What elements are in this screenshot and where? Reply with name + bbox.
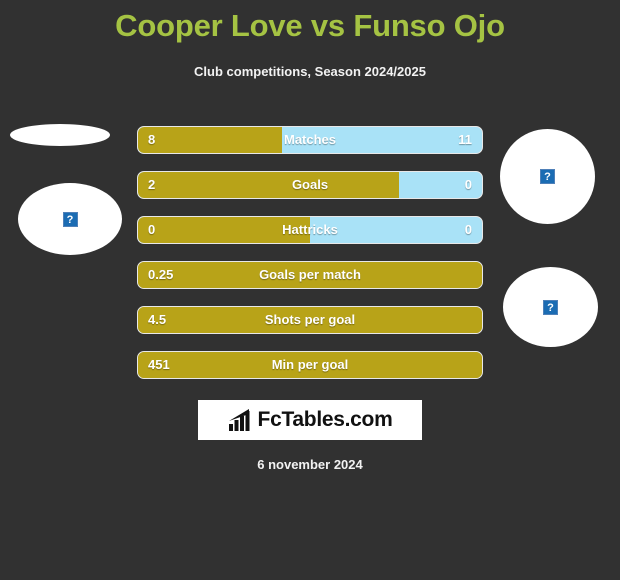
stat-row-goals: 2 Goals 0 — [137, 171, 483, 199]
avatar-away-secondary: ? — [503, 267, 598, 347]
generated-date: 6 november 2024 — [257, 457, 363, 472]
stat-label-shots-per-goal: Shots per goal — [264, 312, 356, 327]
stat-row-shots-per-goal: 4.5 Shots per goal — [137, 306, 483, 334]
stat-comparison-page: Cooper Love vs Funso Ojo Club competitio… — [0, 0, 620, 580]
avatar-home-primary: ? — [18, 183, 122, 255]
stat-away-value-goals: 0 — [464, 177, 472, 192]
page-title: Cooper Love vs Funso Ojo — [115, 8, 505, 43]
stat-label-hattricks: Hattricks — [282, 222, 338, 237]
bar-chart-icon — [228, 409, 250, 431]
avatar-away-primary: ? — [500, 129, 595, 224]
stat-row-goals-per-match: 0.25 Goals per match — [137, 261, 483, 289]
broken-image-icon: ? — [543, 299, 558, 315]
stat-away-value-matches: 11 — [458, 132, 472, 147]
stat-label-matches: Matches — [283, 132, 337, 147]
stat-label-goals: Goals — [291, 177, 329, 192]
stat-away-value-hattricks: 0 — [464, 222, 472, 237]
avatar-home-secondary — [10, 124, 110, 146]
page-subtitle: Club competitions, Season 2024/2025 — [194, 64, 426, 79]
stat-row-hattricks: 0 Hattricks 0 — [137, 216, 483, 244]
broken-image-icon: ? — [540, 169, 555, 184]
stat-row-min-per-goal: 451 Min per goal — [137, 351, 483, 379]
stat-label-min-per-goal: Min per goal — [271, 357, 349, 372]
stat-label-goals-per-match: Goals per match — [259, 267, 361, 282]
site-logo[interactable]: FcTables.com — [198, 400, 422, 440]
stat-row-matches: 8 Matches 11 — [137, 126, 483, 154]
stat-bars: 8 Matches 11 2 Goals 0 0 Hattricks 0 0.2… — [137, 126, 483, 396]
broken-image-icon: ? — [62, 211, 78, 227]
site-logo-text: FcTables.com — [257, 408, 393, 431]
